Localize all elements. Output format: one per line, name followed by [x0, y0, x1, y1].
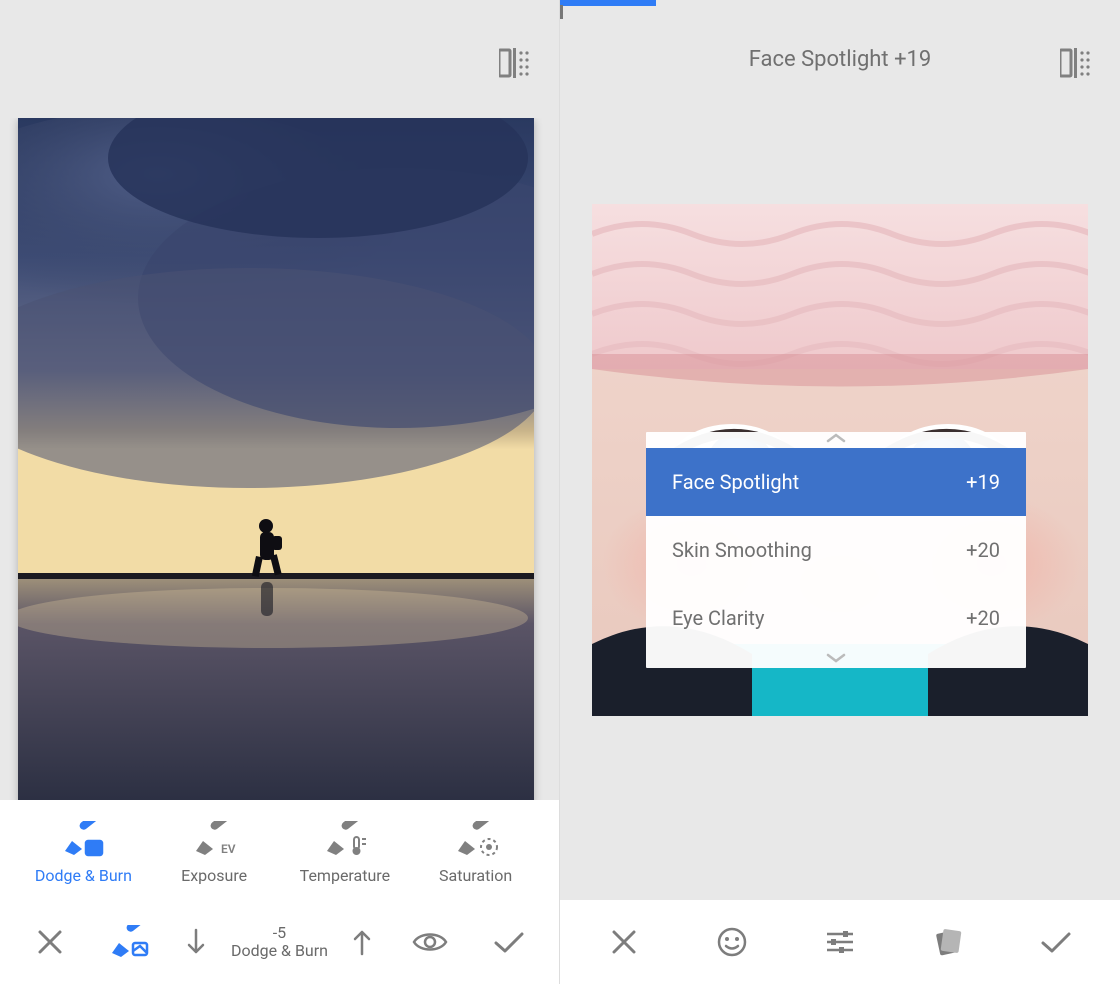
slider-origin-tick	[560, 5, 563, 19]
brush-saturation-icon	[453, 822, 499, 856]
tool-saturation[interactable]: Saturation	[416, 822, 536, 885]
tool-label: Exposure	[181, 866, 247, 885]
value-stepper: -5 Dodge & Burn	[176, 922, 382, 962]
tool-dodge-burn[interactable]: Dodge & Burn	[23, 822, 143, 885]
left-action-bar: -5 Dodge & Burn	[0, 900, 559, 984]
tool-exposure[interactable]: EV Exposure	[154, 822, 274, 885]
compare-icon[interactable]	[1060, 48, 1094, 82]
menu-item-face-spotlight[interactable]: Face Spotlight +19	[646, 448, 1026, 516]
tool-label: Temperature	[300, 866, 390, 885]
close-button[interactable]	[592, 910, 656, 974]
right-action-bar	[560, 900, 1120, 984]
left-panel: Dodge & Burn EV Exposure	[0, 0, 560, 984]
menu-item-skin-smoothing[interactable]: Skin Smoothing +20	[646, 516, 1026, 584]
menu-item-label: Skin Smoothing	[672, 538, 812, 562]
menu-item-eye-clarity[interactable]: Eye Clarity +20	[646, 584, 1026, 652]
brush-temperature-icon	[322, 822, 368, 856]
compare-icon[interactable]	[499, 48, 533, 82]
tool-label: Dodge & Burn	[35, 866, 132, 885]
apply-button[interactable]	[477, 910, 541, 974]
adjustment-menu[interactable]: Face Spotlight +19 Skin Smoothing +20 Ey…	[646, 432, 1026, 668]
right-header: Face Spotlight +19	[560, 0, 1120, 118]
tool-row: Dodge & Burn EV Exposure	[0, 800, 559, 900]
stepper-display: -5 Dodge & Burn	[224, 924, 334, 961]
stepper-name: Dodge & Burn	[231, 942, 328, 960]
decrease-button[interactable]	[176, 922, 216, 962]
brush-mode-button[interactable]	[97, 910, 161, 974]
face-button[interactable]	[700, 910, 764, 974]
brush-exposure-icon: EV	[191, 822, 237, 856]
close-button[interactable]	[18, 910, 82, 974]
menu-item-value: +19	[966, 470, 1000, 494]
tool-label: Saturation	[439, 866, 512, 885]
preview-button[interactable]	[398, 910, 462, 974]
styles-button[interactable]	[916, 910, 980, 974]
chevron-down-icon[interactable]	[646, 652, 1026, 668]
tune-button[interactable]	[808, 910, 872, 974]
menu-item-label: Face Spotlight	[672, 470, 799, 494]
tool-temperature[interactable]: Temperature	[285, 822, 405, 885]
svg-text:EV: EV	[221, 842, 236, 856]
brush-dodge-icon	[60, 822, 106, 856]
menu-item-value: +20	[966, 606, 1000, 630]
left-canvas[interactable]	[0, 118, 559, 800]
menu-item-value: +20	[966, 538, 1000, 562]
right-canvas[interactable]: Face Spotlight +19 Skin Smoothing +20 Ey…	[560, 118, 1120, 900]
photo-seascape	[18, 118, 534, 800]
apply-button[interactable]	[1024, 910, 1088, 974]
chevron-up-icon[interactable]	[646, 432, 1026, 448]
slider-progress[interactable]	[560, 0, 656, 6]
stepper-value: -5	[273, 924, 286, 942]
left-header	[0, 0, 559, 118]
header-title: Face Spotlight +19	[749, 47, 932, 72]
right-panel: Face Spotlight +19	[560, 0, 1120, 984]
menu-item-label: Eye Clarity	[672, 606, 764, 630]
increase-button[interactable]	[342, 922, 382, 962]
